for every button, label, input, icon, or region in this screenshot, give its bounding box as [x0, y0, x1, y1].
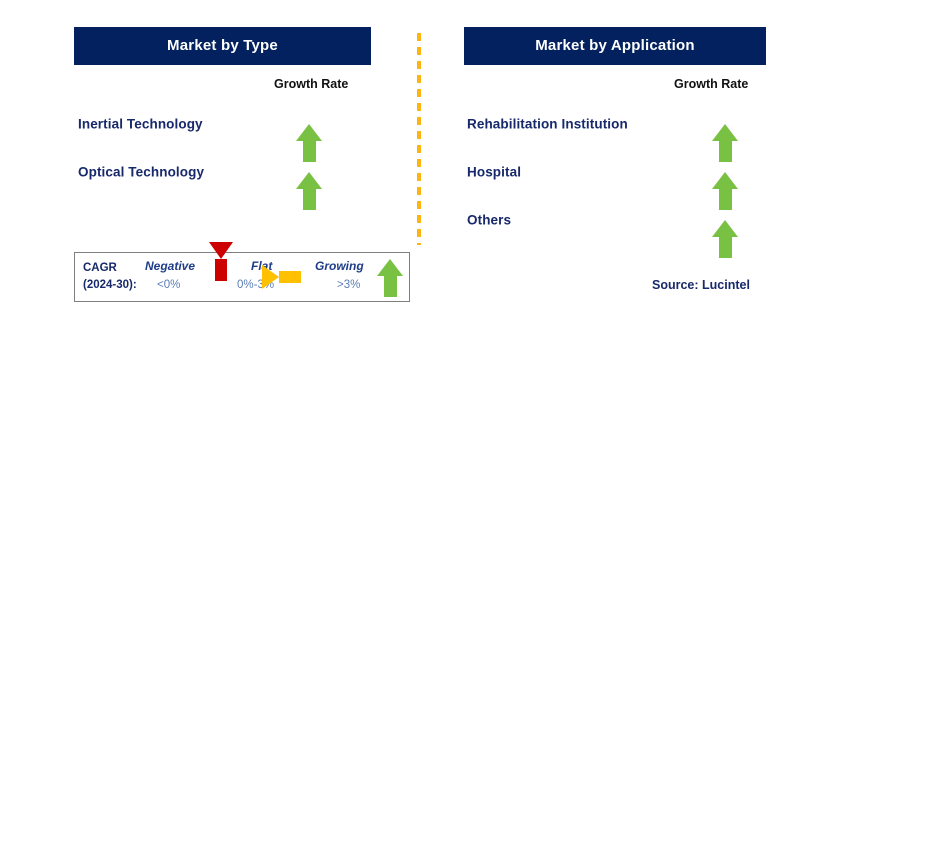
legend-range-negative: <0% [157, 279, 181, 291]
growth-rate-label-type: Growth Rate [274, 77, 349, 91]
legend-title-negative: Negative [145, 259, 196, 273]
market-by-application-panel: Market by Application [464, 0, 766, 65]
market-by-type-header: Market by Type [74, 27, 371, 65]
row-label-others: Others [467, 212, 512, 228]
legend-cagr-line2: (2024-30): [83, 279, 137, 291]
source-label: Source: Lucintel [652, 278, 750, 292]
table-row: Inertial Technology [78, 101, 371, 162]
cagr-legend: CAGR (2024-30): Negative <0% Flat 0%-3% … [74, 242, 410, 302]
row-label-hospital: Hospital [467, 164, 522, 180]
legend-title-growing: Growing [315, 259, 364, 273]
row-label-inertial-technology: Inertial Technology [78, 116, 203, 132]
legend-cagr-label: CAGR (2024-30): [83, 260, 137, 294]
table-row: Hospital [467, 149, 766, 210]
table-row: Rehabilitation Institution [467, 101, 766, 162]
growth-rate-label-application: Growth Rate [674, 77, 749, 91]
market-by-type-panel: Market by Type [74, 0, 371, 65]
market-by-application-header: Market by Application [464, 27, 766, 65]
row-label-optical-technology: Optical Technology [78, 164, 205, 180]
vertical-dashed-divider [417, 33, 421, 245]
table-row: Others [467, 197, 766, 258]
legend-range-growing: >3% [337, 279, 361, 291]
legend-cagr-line1: CAGR [83, 262, 117, 274]
row-label-rehabilitation-institution: Rehabilitation Institution [467, 116, 628, 132]
table-row: Optical Technology [78, 149, 371, 210]
